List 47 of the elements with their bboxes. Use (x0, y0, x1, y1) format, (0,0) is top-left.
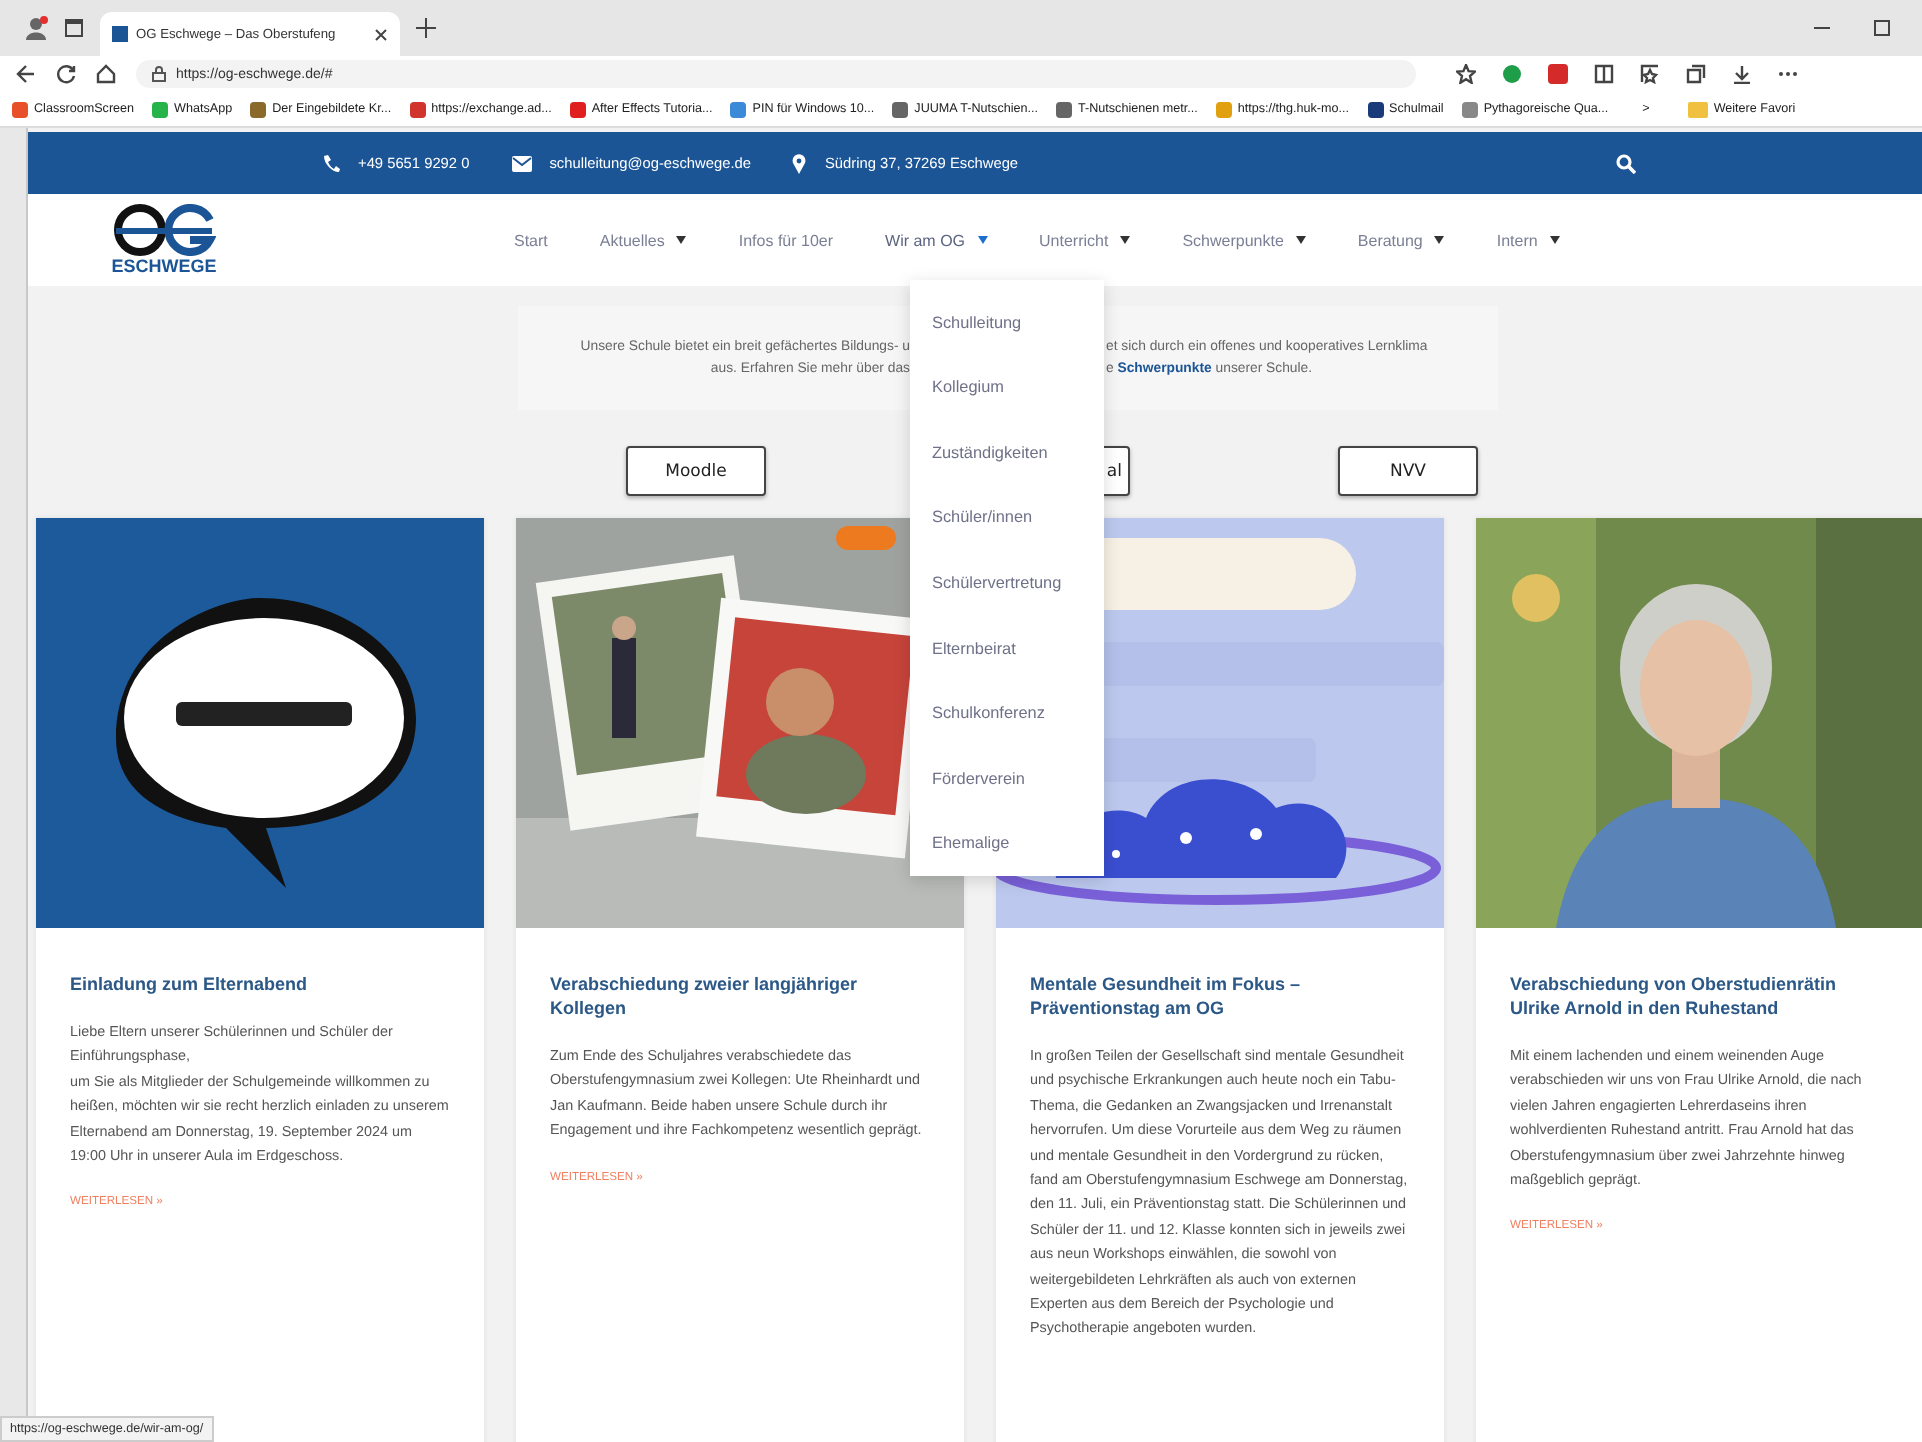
post-title[interactable]: Mentale Gesundheit im Fokus – Präventionstag am OG (1030, 972, 1410, 1020)
extension-icon[interactable] (1502, 64, 1522, 84)
nav-link[interactable]: Start (514, 231, 548, 249)
post-title[interactable]: Verabschiedung zweier langjähriger Kollegen (550, 972, 930, 1020)
download-icon[interactable] (1732, 64, 1752, 84)
folder-icon (1687, 101, 1708, 117)
menu-item[interactable]: Schulleitung (910, 290, 1104, 356)
menu-item[interactable]: Kollegium (910, 355, 1104, 421)
nav-link[interactable]: Beratung (1357, 231, 1445, 249)
post-title[interactable]: Einladung zum Elternabend (70, 972, 450, 996)
nav-link[interactable]: Aktuelles (599, 231, 687, 249)
tab-actions-icon[interactable] (64, 18, 84, 38)
reload-icon[interactable] (56, 64, 76, 84)
split-screen-icon[interactable] (1594, 64, 1614, 84)
nav-link[interactable]: Intern (1496, 231, 1560, 249)
new-tab-icon[interactable] (416, 18, 436, 38)
close-icon[interactable] (374, 27, 388, 41)
lock-icon (152, 66, 166, 82)
document-icon[interactable] (1548, 64, 1568, 84)
home-icon[interactable] (96, 64, 116, 84)
menu-item[interactable]: Schulkonferenz (910, 680, 1104, 746)
nav-link[interactable]: Unterricht (1039, 231, 1131, 249)
collections-icon[interactable] (1686, 64, 1706, 84)
menu-item[interactable]: Förderverein (910, 745, 1104, 811)
link-button[interactable]: Moodle (626, 446, 766, 496)
nav-link[interactable]: Infos für 10er (738, 231, 834, 249)
star-icon[interactable] (1456, 64, 1476, 84)
menu-item[interactable]: Schülervertretung (910, 550, 1104, 616)
nav-link[interactable]: Schwerpunkte (1182, 231, 1306, 249)
nav-link[interactable]: Wir am OG (885, 231, 988, 249)
logo-text: ESCHWEGE (111, 256, 217, 276)
menu-item[interactable]: Zuständigkeiten (910, 420, 1104, 486)
menu-item[interactable]: Ehemalige (910, 811, 1104, 877)
favorites-icon[interactable] (1640, 64, 1660, 84)
maximize-icon[interactable] (1874, 20, 1890, 36)
profile-icon[interactable] (24, 16, 48, 40)
menu-item[interactable]: Schüler/innen (910, 485, 1104, 551)
location-pin-icon (792, 153, 807, 173)
menu-item[interactable]: Elternbeirat (910, 615, 1104, 681)
phone-icon (322, 154, 340, 172)
logo-icon (112, 204, 216, 256)
site-icon (112, 26, 128, 42)
post-title[interactable]: Verabschiedung von Oberstudienrätin Ulrike Arnold in den Ruhestand (1510, 972, 1890, 1020)
link-button[interactable]: NVV (1338, 446, 1478, 496)
mail-icon (511, 155, 532, 171)
back-icon[interactable] (16, 64, 36, 84)
search-icon[interactable] (1616, 153, 1636, 173)
